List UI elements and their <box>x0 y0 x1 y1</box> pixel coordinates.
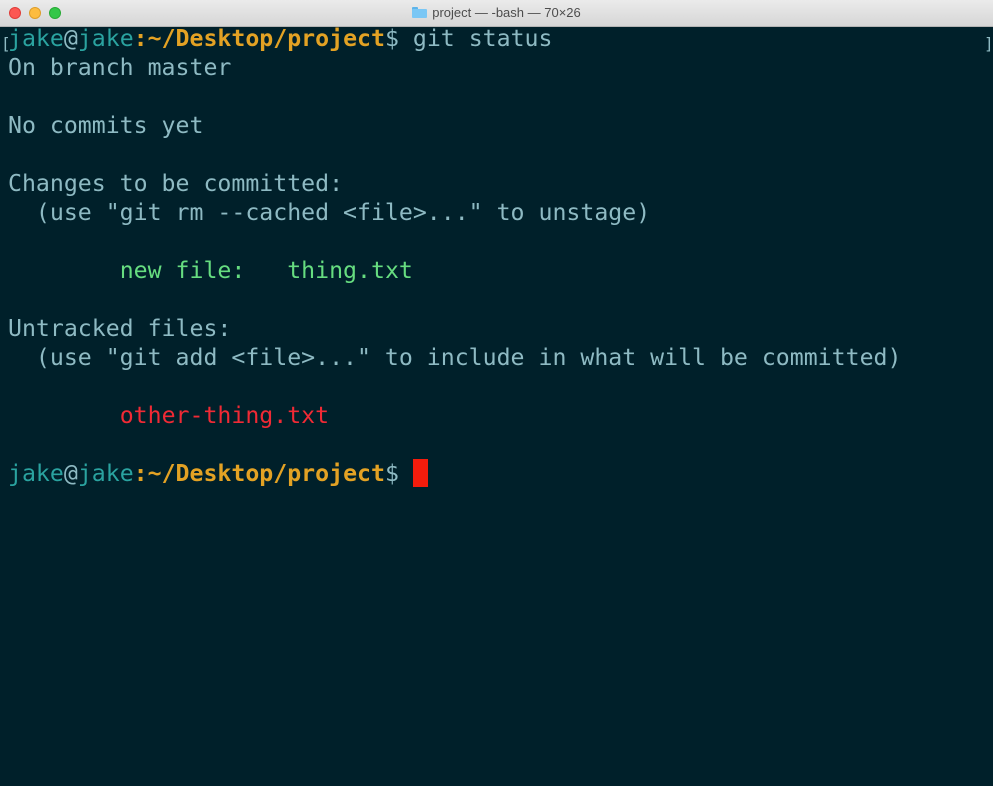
prompt-colon: : <box>133 460 148 487</box>
command-line: jake@jake:~/Desktop/project$ git status <box>8 27 552 53</box>
staged-file: thing.txt <box>287 257 413 284</box>
prompt-symbol: $ <box>384 460 399 487</box>
prompt-user: jake <box>8 27 64 52</box>
command-text: git status <box>398 27 553 52</box>
terminal-content[interactable]: [ ] jake@jake:~/Desktop/project$ git sta… <box>0 27 993 786</box>
text-cursor <box>412 459 428 487</box>
untracked-hint: (use "git add <file>..." to include in w… <box>8 344 902 371</box>
branch-line: On branch master <box>8 54 232 81</box>
prompt-at: @ <box>63 460 78 487</box>
staged-indent <box>8 257 120 284</box>
untracked-indent <box>8 402 120 429</box>
untracked-header: Untracked files: <box>8 315 232 342</box>
prompt-path: ~/Desktop/project <box>147 460 385 487</box>
prompt-host: jake <box>77 460 134 487</box>
staged-status: new file: <box>119 257 288 284</box>
staged-hint: (use "git rm --cached <file>..." to unst… <box>8 199 651 226</box>
current-prompt-line: jake@jake:~/Desktop/project$ <box>8 459 428 488</box>
prompt-host: jake <box>77 27 134 52</box>
folder-icon <box>412 7 428 18</box>
no-commits-line: No commits yet <box>8 112 204 139</box>
prompt-path: ~/Desktop/project <box>147 27 385 52</box>
staged-entry: new file: thing.txt <box>8 256 413 285</box>
terminal-window: project — -bash — 70×26 [ ] jake@jake:~/… <box>0 0 993 786</box>
prompt-symbol: $ <box>384 27 399 52</box>
window-title: project — -bash — 70×26 <box>432 5 581 20</box>
untracked-entry: other-thing.txt <box>8 401 329 430</box>
untracked-file: other-thing.txt <box>119 402 330 429</box>
window-title-area: project — -bash — 70×26 <box>0 0 993 26</box>
staged-header: Changes to be committed: <box>8 170 344 197</box>
prompt-colon: : <box>133 27 148 52</box>
prompt-user: jake <box>8 460 64 487</box>
title-bar[interactable]: project — -bash — 70×26 <box>0 0 993 27</box>
selection-mark-right: ] <box>984 34 993 53</box>
prompt-at: @ <box>63 27 78 52</box>
